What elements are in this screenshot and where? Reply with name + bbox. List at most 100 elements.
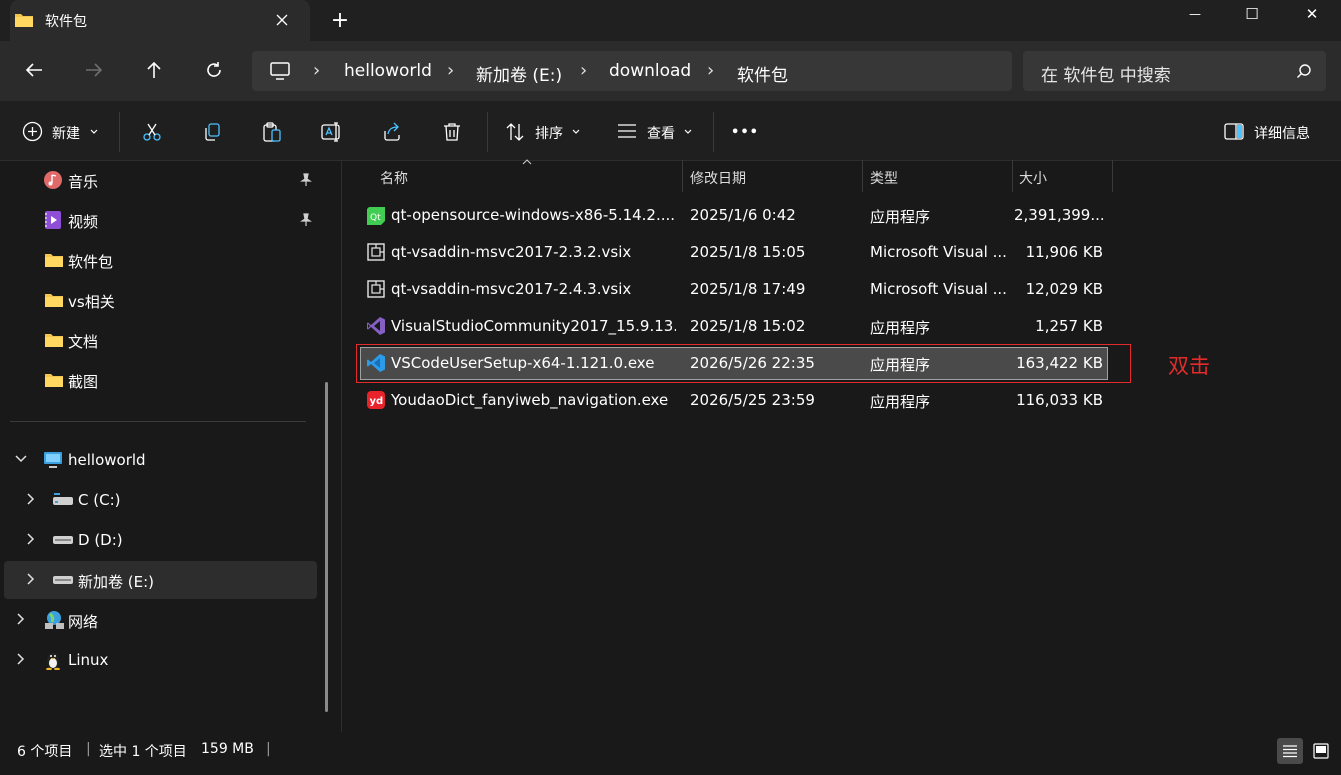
chevron-down-icon [572, 129, 580, 134]
search-placeholder[interactable]: 在 软件包 中搜索 [1041, 61, 1171, 86]
large-icons-view-button[interactable] [1308, 738, 1334, 764]
more-icon: ••• [731, 124, 759, 140]
column-header-type[interactable]: 类型 [870, 168, 898, 188]
sidebar-item-drive-d[interactable] [4, 521, 317, 559]
item-count: 6 个项目 [17, 744, 73, 760]
annotation-label: 双击 [1168, 354, 1210, 378]
refresh-button[interactable] [196, 52, 232, 88]
pin-icon[interactable] [299, 173, 313, 187]
column-header-date[interactable]: 修改日期 [690, 168, 746, 188]
chevron-right-icon[interactable] [17, 653, 25, 665]
breadcrumb-separator: › [580, 60, 588, 81]
status-divider: | [86, 741, 91, 757]
folder-icon [45, 254, 63, 267]
column-divider[interactable] [682, 160, 683, 192]
file-name: qt-vsaddin-msvc2017-2.3.2.vsix [391, 243, 632, 261]
copy-button[interactable] [197, 117, 227, 147]
file-date: 2026/5/26 22:35 [690, 354, 815, 372]
sidebar-item-label: C (C:) [78, 491, 121, 509]
refresh-icon [207, 62, 221, 77]
scissors-icon [143, 123, 161, 141]
plus-circle-icon [22, 121, 43, 142]
close-icon [276, 14, 288, 26]
breadcrumb-current[interactable]: 软件包 [737, 61, 788, 86]
tab-close-button[interactable] [268, 6, 296, 34]
file-date: 2025/1/8 17:49 [690, 280, 806, 298]
svg-text:yd: yd [370, 396, 384, 407]
breadcrumb-download[interactable]: download [609, 61, 691, 81]
details-pane-label: 详细信息 [1254, 126, 1310, 142]
details-view-icon [1283, 745, 1297, 758]
chevron-down-icon[interactable] [15, 455, 27, 463]
breadcrumb-helloworld[interactable]: helloworld [344, 61, 432, 81]
chevron-right-icon[interactable] [27, 533, 35, 545]
sidebar-scrollbar[interactable] [325, 382, 328, 712]
rename-button[interactable] [317, 117, 347, 147]
toolbar-divider [713, 112, 714, 152]
visual-studio-icon [367, 317, 385, 335]
chevron-down-icon [90, 129, 98, 134]
sidebar-item-drive-e[interactable] [4, 561, 317, 599]
breadcrumb-separator: › [313, 60, 321, 81]
file-type: 应用程序 [870, 319, 931, 337]
file-size: 116,033 KB [1016, 391, 1103, 409]
chevron-right-icon[interactable] [27, 573, 35, 585]
drive-icon [53, 576, 73, 584]
chevron-right-icon[interactable] [27, 493, 35, 505]
file-type: 应用程序 [870, 356, 931, 374]
linux-icon [46, 653, 60, 670]
file-name: YoudaoDict_fanyiweb_navigation.exe [391, 391, 669, 409]
sort-indicator-icon [522, 159, 532, 165]
chevron-right-icon[interactable] [17, 613, 25, 625]
music-icon [44, 171, 62, 189]
file-name: VisualStudioCommunity2017_15.9.13.... [391, 317, 676, 335]
sidebar-item-label: Linux [68, 651, 109, 669]
column-header-size[interactable]: 大小 [1019, 168, 1047, 188]
column-divider[interactable] [1112, 160, 1113, 192]
sidebar-item-label: 音乐 [68, 173, 99, 191]
close-window-button[interactable]: ✕ [1289, 0, 1335, 28]
sidebar-item-label: 软件包 [68, 253, 114, 271]
delete-button[interactable] [437, 117, 467, 147]
paste-button[interactable] [257, 117, 287, 147]
file-size: 11,906 KB [1025, 243, 1103, 261]
pin-icon[interactable] [299, 213, 313, 227]
file-date: 2026/5/25 23:59 [690, 391, 815, 409]
rename-icon [321, 122, 340, 142]
cut-button[interactable] [137, 117, 167, 147]
minimize-button[interactable]: — [1172, 0, 1218, 28]
svg-text:Qt: Qt [370, 213, 381, 223]
vscode-icon [367, 354, 385, 372]
maximize-button[interactable]: ☐ [1229, 0, 1275, 28]
more-options-button[interactable]: ••• [728, 117, 762, 147]
sidebar-item-label: 视频 [68, 213, 99, 231]
arrow-up-icon [147, 61, 161, 78]
close-icon: ✕ [1305, 5, 1319, 23]
maximize-icon: ☐ [1245, 5, 1259, 23]
back-button[interactable] [16, 52, 52, 88]
column-header-name[interactable]: 名称 [380, 168, 408, 188]
vsix-icon [367, 243, 385, 261]
clipboard-icon [263, 122, 281, 142]
arrow-left-icon [25, 63, 42, 77]
up-button[interactable] [136, 52, 172, 88]
details-view-button[interactable] [1277, 738, 1303, 764]
forward-button[interactable] [76, 52, 112, 88]
column-divider[interactable] [1012, 160, 1013, 192]
sidebar-item-label: D (D:) [78, 531, 123, 549]
sidebar-divider [10, 421, 306, 422]
selection-size: 159 MB [201, 741, 254, 757]
share-button[interactable] [377, 117, 407, 147]
sidebar-item-drive-c[interactable] [4, 481, 317, 519]
status-divider: | [266, 741, 271, 757]
toolbar-divider [487, 112, 488, 152]
sort-icon [506, 123, 524, 141]
computer-icon [270, 62, 290, 80]
breadcrumb-drive-e[interactable]: 新加卷 (E:) [476, 61, 562, 86]
new-tab-button[interactable]: + [326, 6, 354, 34]
column-divider[interactable] [862, 160, 863, 192]
copy-icon [205, 123, 220, 141]
tiles-view-icon [1313, 743, 1329, 759]
pane-divider[interactable] [341, 160, 342, 732]
drive-icon [53, 493, 73, 505]
